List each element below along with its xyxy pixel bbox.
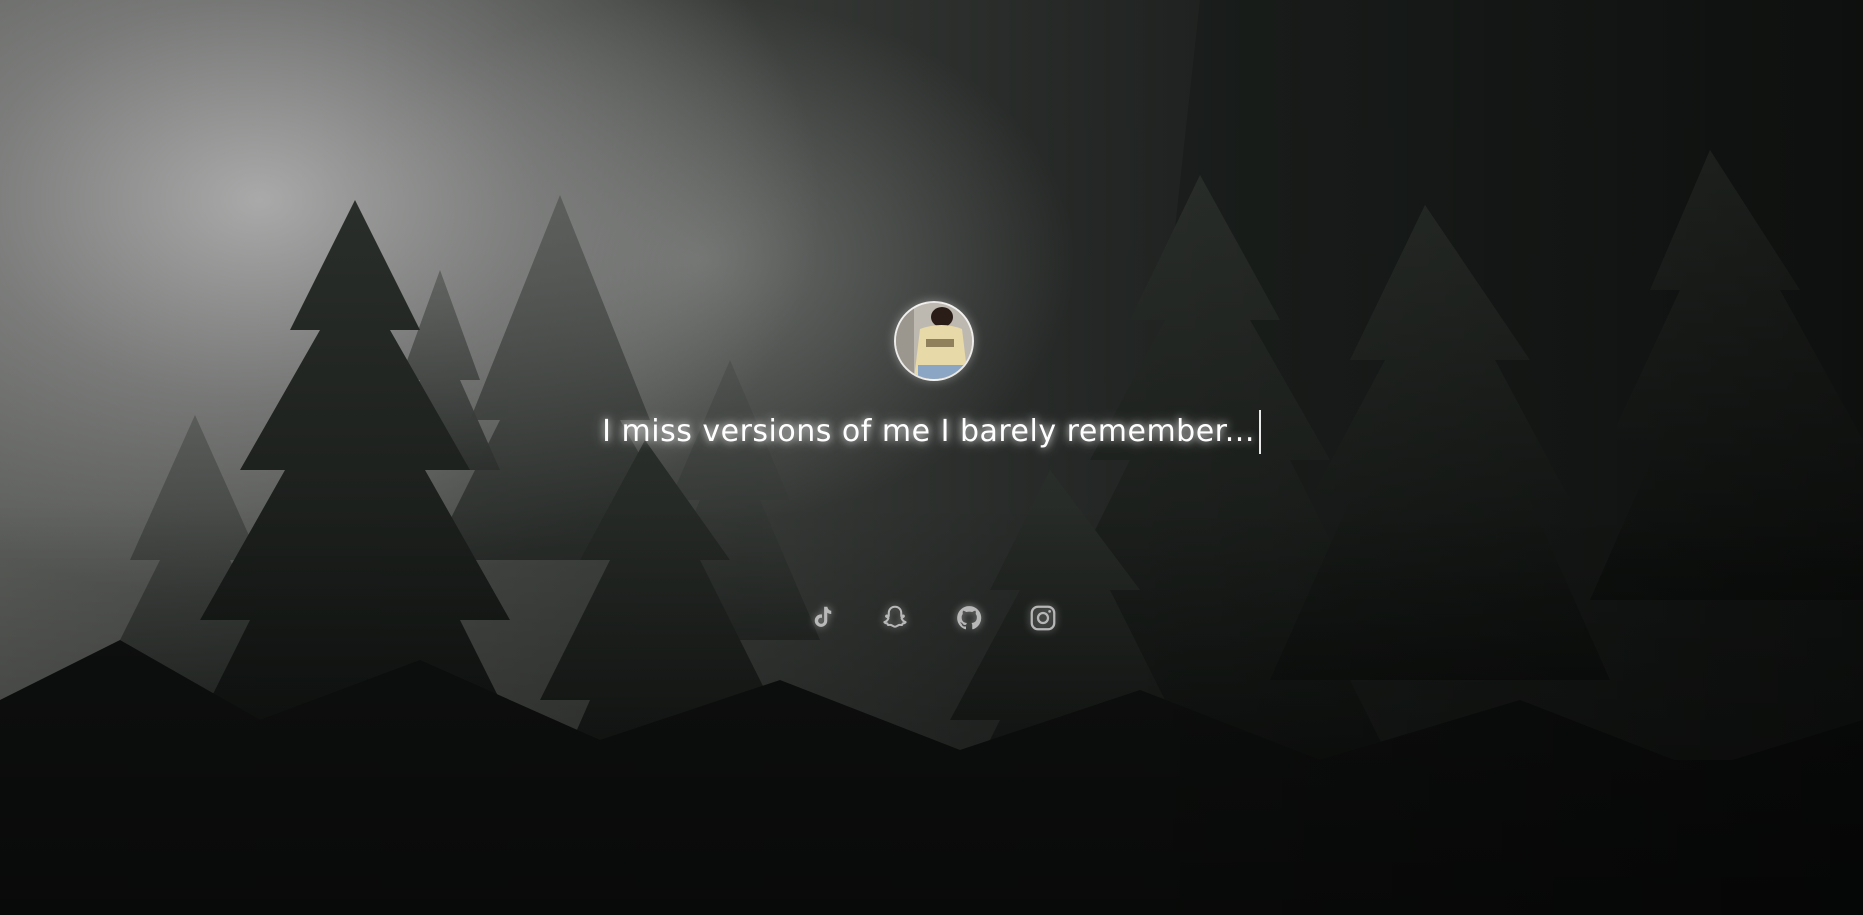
typewriter-tagline: I miss versions of me I barely remember.…: [602, 410, 1261, 454]
github-icon: [956, 606, 981, 630]
avatar: [894, 301, 974, 381]
tiktok-link[interactable]: [803, 600, 839, 636]
instagram-icon: [1030, 605, 1055, 631]
tagline-container: I miss versions of me I barely remember.…: [0, 410, 1863, 454]
snapchat-link[interactable]: [877, 600, 913, 636]
snapchat-icon: [882, 605, 907, 628]
profile-photo-icon: [896, 303, 972, 379]
vignette-overlay: [0, 0, 1863, 915]
social-links: [0, 600, 1863, 636]
github-link[interactable]: [951, 600, 987, 636]
page: I miss versions of me I barely remember.…: [0, 0, 1863, 915]
tiktok-icon: [814, 606, 831, 627]
instagram-link[interactable]: [1025, 600, 1061, 636]
